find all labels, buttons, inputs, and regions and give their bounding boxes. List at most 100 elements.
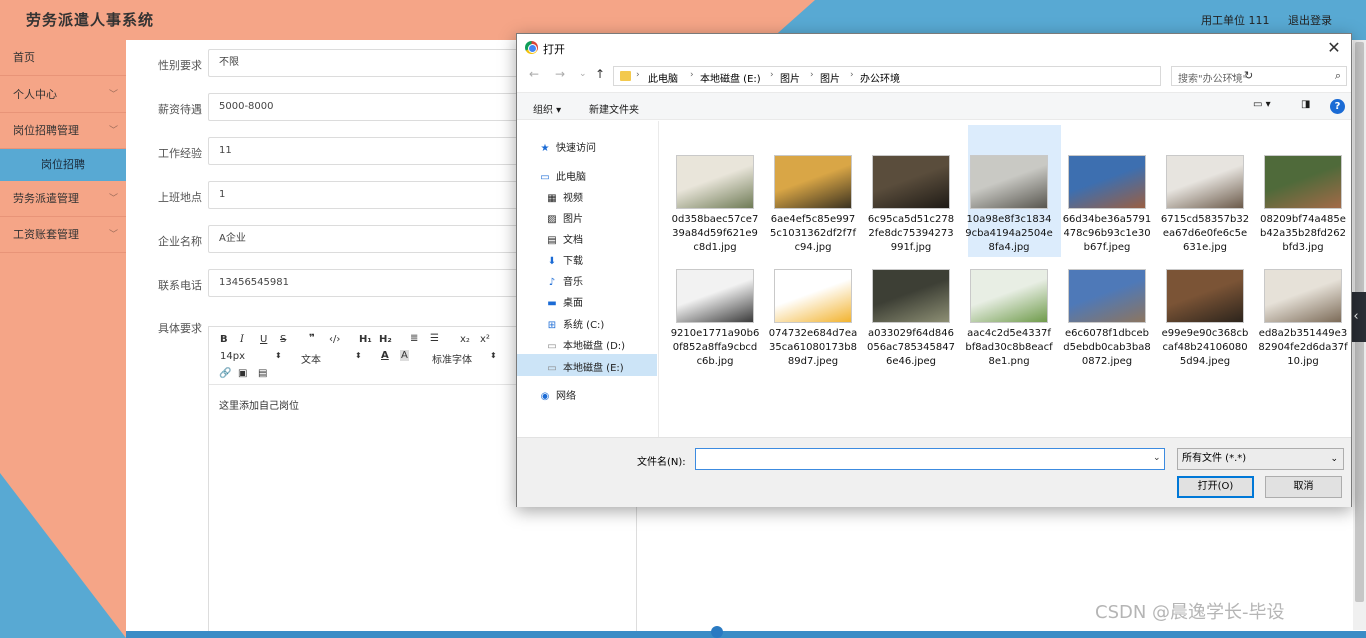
image-icon[interactable]: ▣ (238, 368, 247, 379)
code-icon[interactable]: ‹/› (329, 334, 340, 345)
heading2-button[interactable]: H₂ (379, 334, 392, 345)
filename-input[interactable] (695, 448, 1165, 470)
back-arrow-icon[interactable]: ← (529, 67, 539, 81)
search-input[interactable]: 搜索"办公环境" ⌕ (1171, 66, 1347, 86)
bold-button[interactable]: B (220, 334, 228, 345)
sidebar-item-profile[interactable]: 个人中心 ﹀ (0, 77, 126, 113)
underline-button[interactable]: U (260, 334, 267, 345)
text-style-select[interactable]: 文本 (301, 351, 321, 366)
nav-drive-c[interactable]: ⊞ 系统 (C:) (546, 316, 605, 331)
file-item[interactable]: 6715cd58357b32ea67d6e0fe6c5e631e.jpg (1160, 155, 1250, 255)
cancel-button[interactable]: 取消 (1265, 476, 1342, 498)
sidebar-item-label: 劳务派遣管理 (13, 192, 79, 205)
link-icon[interactable]: 🔗 (219, 368, 231, 379)
image-thumbnail (774, 155, 852, 209)
forward-arrow-icon[interactable]: → (555, 67, 565, 81)
italic-button[interactable]: I (240, 334, 244, 345)
gender-select[interactable]: 不限 (208, 49, 538, 77)
help-icon[interactable]: ? (1330, 99, 1345, 114)
file-item[interactable]: ed8a2b351449e382904fe2d6da37f10.jpg (1258, 269, 1348, 369)
file-item[interactable]: 074732e684d7ea35ca61080173b889d7.jpeg (768, 269, 858, 369)
image-thumbnail (1068, 269, 1146, 323)
font-color-icon[interactable]: A (381, 350, 389, 361)
dialog-title: 打开 (543, 43, 565, 56)
sidebar-item-recruitment[interactable]: 岗位招聘管理 ﹀ (0, 113, 126, 149)
font-family-select[interactable]: 标准字体 (432, 351, 472, 366)
file-list: 0d358baec57ce739a84d59f621e9c8d1.jpg 6ae4… (660, 121, 1350, 437)
quote-icon[interactable]: ❞ (309, 333, 315, 344)
nav-desktop[interactable]: ▬ 桌面 (546, 294, 583, 309)
breadcrumb-drive-e[interactable]: 本地磁盘 (E:) (700, 70, 761, 85)
file-item[interactable]: e6c6078f1dbcebd5ebdb0cab3ba80872.jpeg (1062, 269, 1152, 369)
file-item[interactable]: 0d358baec57ce739a84d59f621e9c8d1.jpg (670, 155, 760, 255)
navigation-pane: ★ 快速访问 ▭ 此电脑 ▦ 视频 ▨ 图片 ▤ 文档 ⬇ 下载 ♪ 音乐 ▬ 桌面 ⊞ 系统 (… (517, 121, 659, 437)
bottom-progress-knob[interactable] (711, 626, 723, 638)
superscript-button[interactable]: x² (480, 334, 490, 345)
file-item[interactable]: 08209bf74a485eb42a35b28fd262bfd3.jpg (1258, 155, 1348, 255)
nav-quick-access[interactable]: ★ 快速访问 (539, 139, 596, 154)
file-name: aac4c2d5e4337fbf8ad30c8b8eacf8e1.png (965, 328, 1053, 367)
up-arrow-icon[interactable]: ↑ (595, 67, 605, 81)
nav-videos[interactable]: ▦ 视频 (546, 189, 583, 204)
salary-input[interactable]: 5000-8000 (208, 93, 538, 121)
breadcrumb-this-pc[interactable]: 此电脑 (648, 70, 678, 85)
file-item[interactable]: a033029f64d846056ac7853458476e46.jpeg (866, 269, 956, 369)
nav-label: 音乐 (563, 277, 583, 288)
background-color-icon[interactable]: A (400, 350, 409, 361)
nav-this-pc[interactable]: ▭ 此电脑 (539, 168, 586, 183)
subscript-button[interactable]: x₂ (460, 334, 470, 345)
nav-music[interactable]: ♪ 音乐 (546, 273, 583, 288)
phone-label: 联系电话 (158, 279, 202, 292)
font-size-select[interactable]: 14px (220, 351, 245, 362)
recent-dropdown-icon[interactable]: ⌄ (579, 69, 587, 79)
organize-button[interactable]: 组织 ▾ (533, 101, 561, 116)
nav-downloads[interactable]: ⬇ 下载 (546, 252, 583, 267)
file-item[interactable]: 66d34be36a5791478c96b93c1e30b67f.jpeg (1062, 155, 1152, 255)
file-name: 6715cd58357b32ea67d6e0fe6c5e631e.jpg (1160, 214, 1250, 253)
filetype-select[interactable]: 所有文件 (*.*) ⌄ (1177, 448, 1344, 470)
phone-input[interactable]: 13456545981 (208, 269, 538, 297)
view-options-icon[interactable]: ▭ ▾ (1253, 99, 1271, 110)
company-input[interactable]: A企业 (208, 225, 538, 253)
network-icon: ◉ (540, 391, 550, 402)
heading1-button[interactable]: H₁ (359, 334, 372, 345)
file-item[interactable]: aac4c2d5e4337fbf8ad30c8b8eacf8e1.png (964, 269, 1054, 369)
nav-drive-e[interactable]: ▭ 本地磁盘 (E:) (546, 359, 623, 374)
breadcrumb-pictures-2[interactable]: 图片 (820, 70, 840, 85)
dialog-footer: 文件名(N): ⌄ 所有文件 (*.*) ⌄ 打开(O) 取消 (517, 437, 1351, 507)
logout-link[interactable]: 退出登录 (1288, 12, 1332, 28)
file-item[interactable]: 6c95ca5d51c2782fe8dc75394273991f.jpg (866, 155, 956, 255)
file-name: 10a98e8f3c18349cba4194a2504e8fa4.jpg (965, 214, 1053, 253)
file-item[interactable]: 6ae4ef5c85e9975c1031362df2f7fc94.jpg (768, 155, 858, 255)
nav-network[interactable]: ◉ 网络 (539, 387, 576, 402)
editor-content[interactable]: 这里添加自己岗位 (219, 397, 299, 412)
chevron-down-icon[interactable]: ⌄ (1153, 453, 1161, 463)
file-item[interactable]: 9210e1771a90b60f852a8ffa9cbcdc6b.jpg (670, 269, 760, 369)
nav-pictures[interactable]: ▨ 图片 (546, 210, 583, 225)
nav-drive-d[interactable]: ▭ 本地磁盘 (D:) (546, 337, 625, 352)
sidebar-item-home[interactable]: 首页 (0, 40, 126, 76)
address-bar[interactable]: › 此电脑 › 本地磁盘 (E:) › 图片 › 图片 › 办公环境 ⌄ ↻ (613, 66, 1253, 86)
chevron-right-icon: › (690, 70, 694, 80)
sidebar-item-payroll[interactable]: 工资账套管理 ﹀ (0, 217, 126, 253)
strike-button[interactable]: S (280, 334, 286, 345)
breadcrumb-pictures[interactable]: 图片 (780, 70, 800, 85)
file-item[interactable]: e99e9e90c368cbcaf48b241060805d94.jpeg (1160, 269, 1250, 369)
sidebar-item-dispatch[interactable]: 劳务派遣管理 ﹀ (0, 181, 126, 217)
new-folder-button[interactable]: 新建文件夹 (589, 101, 639, 116)
nav-documents[interactable]: ▤ 文档 (546, 231, 583, 246)
breadcrumb-office[interactable]: 办公环境 (860, 70, 900, 85)
preview-pane-icon[interactable]: ◨ (1301, 99, 1310, 110)
open-button[interactable]: 打开(O) (1177, 476, 1254, 498)
star-icon: ★ (540, 143, 550, 154)
experience-input[interactable]: 11 (208, 137, 538, 165)
ordered-list-icon[interactable]: ≣ (410, 333, 418, 344)
bullet-list-icon[interactable]: ☰ (430, 333, 439, 344)
file-open-dialog: 打开 ✕ ← → ⌄ ↑ › 此电脑 › 本地磁盘 (E:) › 图片 › 图片… (516, 33, 1352, 507)
video-icon[interactable]: ▤ (258, 368, 267, 379)
close-icon[interactable]: ✕ (1317, 34, 1351, 62)
sidebar-blue-corner (0, 473, 126, 638)
location-input[interactable]: 1 (208, 181, 538, 209)
file-item[interactable]: 10a98e8f3c18349cba4194a2504e8fa4.jpg (964, 155, 1054, 255)
sidebar-subitem-job-posting[interactable]: 岗位招聘 (0, 149, 126, 181)
